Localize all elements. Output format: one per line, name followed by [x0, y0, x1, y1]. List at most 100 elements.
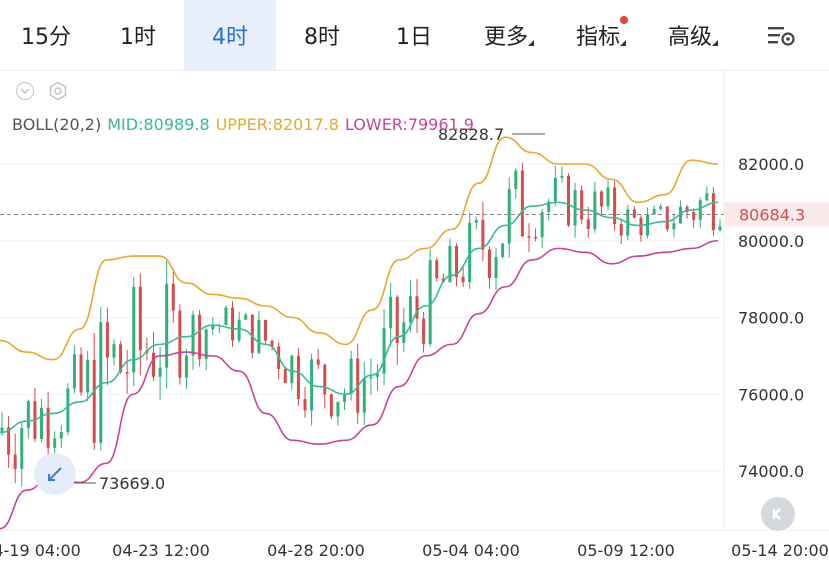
candle-body: [178, 310, 182, 378]
x-tick-label: 04-28 20:00: [267, 541, 365, 560]
y-tick-label: 78000.0: [738, 309, 804, 328]
candle-body: [566, 175, 570, 226]
candle-body: [692, 212, 696, 220]
candle-body: [698, 200, 702, 220]
candle-body: [435, 260, 439, 279]
candle-body: [13, 454, 17, 469]
candle-body: [362, 378, 366, 413]
candle-body: [263, 320, 267, 341]
boll-legend: BOLL(20,2) MID:80989.8 UPPER:82017.8 LOWER:…: [12, 115, 480, 134]
candle-body: [718, 226, 722, 231]
candle-body: [415, 296, 419, 319]
candle-body: [428, 260, 432, 345]
candle-body: [593, 191, 597, 229]
candle-body: [211, 325, 215, 330]
price-chart[interactable]: 82000.0 80000.0 78000.0 76000.0 74000.0 04-19…: [0, 0, 829, 567]
boll-upper: UPPER:82017.8: [215, 115, 339, 134]
y-tick-label: 74000.0: [738, 462, 804, 481]
candle-body: [198, 314, 202, 359]
candle-body: [514, 170, 518, 189]
candle-body: [250, 314, 254, 353]
candle-body: [402, 322, 406, 343]
candle-body: [323, 364, 327, 395]
y-tick-label: 82000.0: [738, 155, 804, 174]
low-price-label: 73669.0: [99, 474, 165, 493]
draw-tool-button[interactable]: [34, 453, 76, 495]
candle-body: [369, 376, 373, 379]
candle-body: [86, 359, 90, 393]
boll-name: BOLL(20,2): [12, 115, 102, 134]
candle-body: [26, 401, 30, 429]
candle-body: [290, 355, 294, 384]
candle-body: [184, 355, 188, 378]
x-tick-label: 05-09 12:00: [577, 541, 675, 560]
candle-body: [560, 175, 564, 178]
candle-body: [705, 193, 709, 201]
scroll-to-latest-button[interactable]: [761, 497, 795, 531]
candle-body: [527, 236, 531, 238]
candle-body: [105, 322, 109, 358]
candle-body: [461, 276, 465, 283]
candle-body: [474, 219, 478, 223]
candle-body: [343, 394, 347, 402]
boll-mid: MID:80989.8: [107, 115, 210, 134]
candle-body: [329, 394, 333, 417]
candle-body: [59, 432, 63, 439]
candle-body: [408, 296, 412, 323]
candle-body: [316, 359, 320, 365]
candle-body: [494, 257, 498, 279]
candle-body: [540, 212, 544, 238]
candle-body: [336, 401, 340, 417]
candle-body: [672, 223, 676, 230]
candle-body: [599, 191, 603, 207]
candle-body: [92, 359, 96, 443]
candle-body: [99, 322, 103, 443]
current-price-label: 80684.3: [739, 205, 805, 224]
candle-body: [158, 367, 162, 377]
x-tick-label: 04-23 12:00: [112, 541, 210, 560]
candle-body: [422, 318, 426, 345]
candle-body: [619, 224, 623, 236]
candle-body: [20, 428, 24, 469]
x-tick-label: 05-14 20:00: [731, 541, 829, 560]
candle-body: [296, 355, 300, 400]
candle-body: [79, 354, 83, 393]
candle-body: [152, 352, 156, 377]
candle-body: [382, 328, 386, 374]
candle-body: [283, 368, 287, 384]
candle-body: [125, 372, 129, 374]
candle-body: [72, 354, 76, 389]
candle-body: [487, 249, 491, 279]
candle-body: [586, 219, 590, 229]
x-tick-label: 04-19 04:00: [0, 541, 81, 560]
candle-body: [534, 236, 538, 239]
candle-body: [507, 188, 511, 244]
candle-body: [455, 245, 459, 277]
candle-body: [501, 243, 505, 258]
candle-body: [652, 208, 656, 215]
candle-body: [711, 193, 715, 231]
y-tick-label: 76000.0: [738, 385, 804, 404]
candle-body: [632, 209, 636, 218]
candle-body: [53, 438, 57, 448]
x-tick-label: 05-04 04:00: [422, 541, 520, 560]
candle-body: [303, 399, 307, 411]
candle-body: [665, 206, 669, 230]
candle-body: [40, 407, 44, 439]
candle-body: [244, 314, 248, 320]
candle-body: [237, 319, 241, 341]
candle-body: [171, 283, 175, 311]
candle-body: [224, 307, 228, 326]
candle-body: [257, 320, 261, 353]
candle-body: [553, 177, 557, 202]
candle-body: [349, 358, 353, 395]
y-tick-label: 80000.0: [738, 232, 804, 251]
candle-body: [112, 344, 116, 358]
candle-body: [231, 307, 235, 341]
candle-body: [481, 219, 485, 250]
candle-body: [639, 217, 643, 236]
candle-body: [66, 388, 70, 433]
candle-body: [138, 286, 142, 351]
candle-body: [606, 187, 610, 207]
candle-body: [389, 296, 393, 329]
